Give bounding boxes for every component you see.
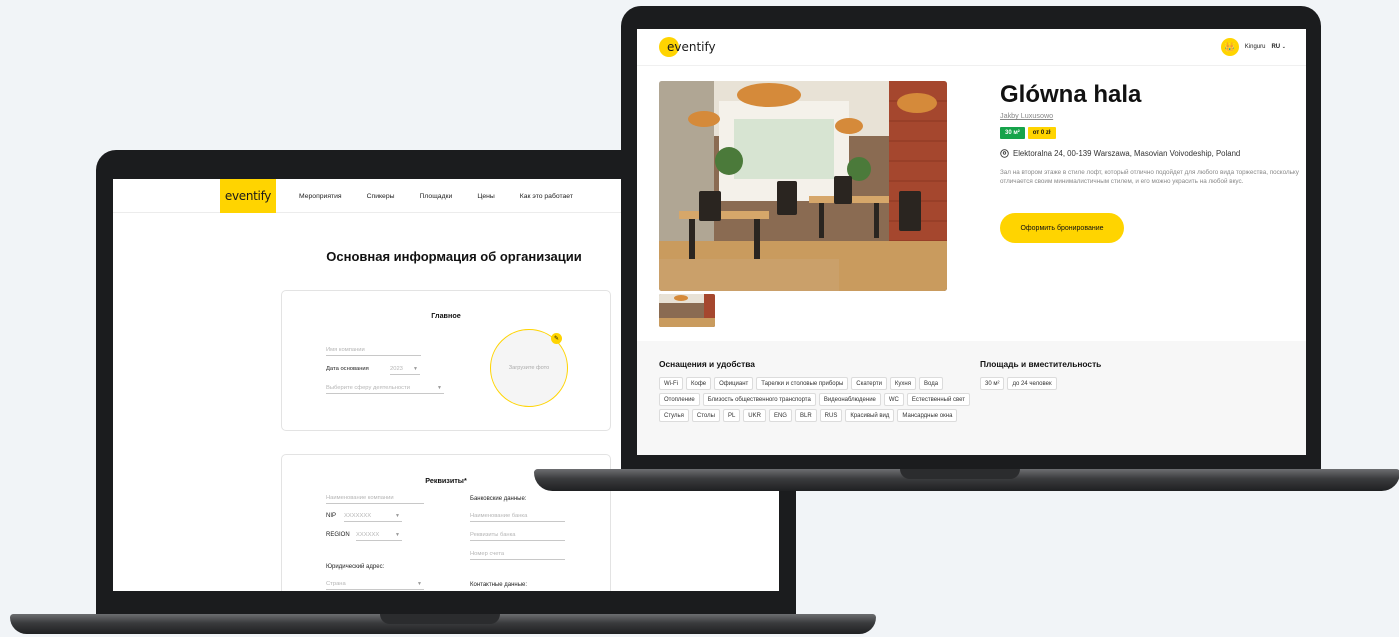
thumbnail-image [659,294,715,327]
region-placeholder: XXXXXX [356,532,380,538]
sphere-placeholder: Выберите сферу деятельности [326,385,410,391]
bank-name-input[interactable]: Наименование банка [470,512,565,522]
founded-year-select[interactable]: 2023 ▼ [390,365,420,375]
amenity-chip: Скатерти [851,377,887,390]
venue-thumbnail[interactable] [659,294,715,327]
area-badge: 30 м² [1000,127,1025,139]
amenity-chip: Столы [691,409,720,422]
amenity-chip: Близость общественного транспорта [702,393,816,406]
organizer-link[interactable]: Jakby Luxusowo [1000,111,1053,120]
amenity-chip: PL [722,409,741,422]
chevron-down-icon: ▼ [417,581,422,587]
legal-address-label: Юридический адрес: [326,564,385,570]
region-input[interactable]: XXXXXX ▼ [356,531,402,541]
capacity-title: Площадь и вместительность [980,359,1102,369]
bank-label: Банковские данные: [470,496,527,502]
amenity-chip: UKR [743,409,766,422]
address-text: Elektoralna 24, 00-139 Warszawa, Masovia… [1013,149,1241,158]
logo-text: eventify [667,40,716,54]
chevron-down-icon: ▼ [395,513,400,519]
bank-details-input[interactable]: Реквизиты банка [470,531,565,541]
region-label: REGION [326,532,350,538]
capacity-chip: 30 м² [980,377,1005,390]
amenities-title: Оснащения и удобства [659,359,755,369]
nav-item-how-it-works[interactable]: Как это работает [520,193,573,200]
amenity-chip: Естественный свет [906,393,971,406]
amenity-chip: Вода [918,377,944,390]
venue-header: eventify 👑 Kinguru RU ⌄ [637,29,1306,66]
front-laptop-screen: eventify 👑 Kinguru RU ⌄ Glówna hala Jakb… [637,29,1306,455]
language-value: RU [1271,44,1281,50]
contact-label: Контактные данные: [470,582,528,588]
nav-item-speakers[interactable]: Спикеры [367,193,395,200]
amenity-chip: Мансардные окна [897,409,958,422]
nip-input[interactable]: XXXXXXX ▼ [344,512,402,522]
country-placeholder: Страна [326,581,346,587]
back-laptop-notch [380,614,500,624]
avatar[interactable]: 👑 [1220,38,1239,56]
price-badge: от 0 zł [1027,127,1056,139]
amenity-chip: Wi-Fi [659,377,683,390]
language-switcher[interactable]: RU ⌄ [1271,44,1286,50]
venue-details-section: Оснащения и удобства Wi-Fi Кофе Официант… [637,341,1306,455]
amenity-chip: Кофе [686,377,712,390]
user-name: Kinguru [1244,44,1266,50]
amenity-chip: Видеонаблюдение [818,393,881,406]
amenity-chip: Тарелки и столовые приборы [756,377,849,390]
chevron-down-icon: ▼ [413,366,418,372]
amenity-chip: Кухня [889,377,916,390]
chevron-down-icon: ▼ [437,385,442,391]
amenity-chip: Официант [714,377,754,390]
location-pin-icon [1000,149,1009,158]
front-logo[interactable]: eventify [659,37,716,57]
main-info-card: Главное Имя компании Дата основания 2023… [281,290,611,431]
capacity-list: 30 м² до 24 человек [980,377,1180,390]
amenities-list: Wi-Fi Кофе Официант Тарелки и столовые п… [659,377,971,422]
nip-label: NIP [326,513,337,519]
user-menu[interactable]: 👑 Kinguru RU ⌄ [1220,38,1286,56]
venue-description: Зал на втором этаже в стиле лофт, которы… [1000,169,1299,185]
chevron-down-icon: ⌄ [1281,44,1286,50]
nav-item-prices[interactable]: Цены [477,193,494,200]
card-title: Главное [431,311,461,320]
sphere-select[interactable]: Выберите сферу деятельности ▼ [326,384,444,394]
amenity-chip: Стулья [659,409,689,422]
amenity-chip: ENG [768,409,792,422]
venue-address: Elektoralna 24, 00-139 Warszawa, Masovia… [1000,149,1240,158]
amenity-chip: RUS [819,409,843,422]
amenity-chip: BLR [794,409,817,422]
amenity-chip: Красивый вид [845,409,895,422]
account-number-input[interactable]: Номер счета [470,550,565,560]
amenity-chip: Отопление [659,393,700,406]
venue-photo[interactable] [659,81,947,291]
legal-name-input[interactable]: Наименование компании [326,494,424,504]
founded-year-value: 2023 [390,366,403,372]
pencil-icon[interactable]: ✎ [551,333,562,344]
venue-tags: 30 м² от 0 zł [1000,127,1056,139]
upload-photo-label: Загрузите фото [508,365,550,371]
founded-label: Дата основания [326,366,369,372]
chevron-down-icon: ▼ [395,532,400,538]
book-button[interactable]: Оформить бронирование [1000,213,1124,243]
nav-item-venues[interactable]: Площадки [420,193,453,200]
amenity-chip: WC [883,393,904,406]
nav-item-events[interactable]: Мероприятия [299,193,342,200]
front-laptop-notch [900,469,1020,479]
country-select[interactable]: Страна ▼ [326,580,424,590]
company-name-input[interactable]: Имя компании [326,346,421,356]
nip-placeholder: XXXXXXX [344,513,372,519]
back-logo[interactable]: eventify [220,179,276,213]
logo-text: eventify [224,189,272,203]
capacity-chip: до 24 человек [1007,377,1057,390]
venue-photo-image [659,81,947,291]
venue-title: Glówna hala [1000,81,1142,108]
